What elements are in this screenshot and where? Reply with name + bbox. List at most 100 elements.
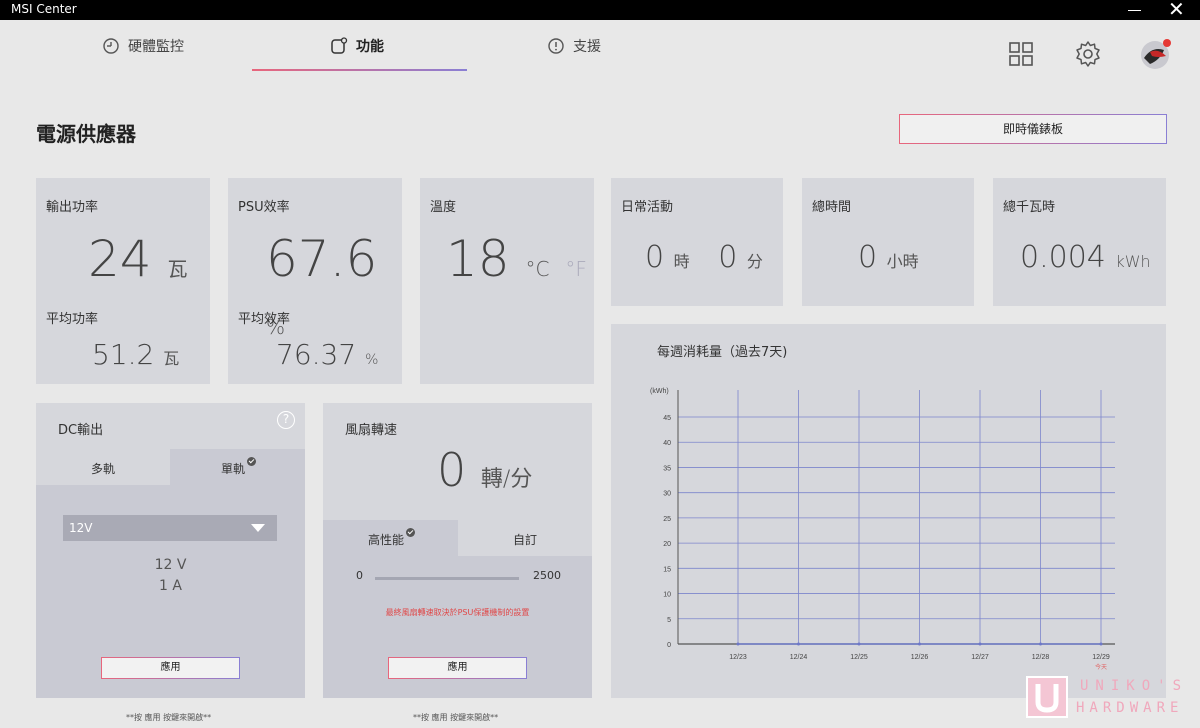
fan-apply-note: **按 應用 按鍵來開啟** [413, 713, 499, 722]
x-tick-label: 12/29 [1092, 654, 1110, 661]
data-point [1099, 642, 1103, 646]
gauge-icon [103, 38, 119, 54]
y-tick-label: 15 [663, 566, 671, 573]
data-point [1039, 642, 1042, 646]
x-tick-label: 12/28 [1032, 654, 1050, 661]
rail-voltage: 12 V [154, 557, 187, 573]
fan-apply-button[interactable]: 應用 [388, 657, 527, 679]
selected-check-icon [406, 528, 415, 537]
output-power-value: 24 瓦 [88, 230, 188, 288]
y-tick-label: 35 [663, 465, 671, 472]
avg-efficiency-label: 平均效率 [238, 312, 291, 327]
fan-speed-card: 風扇轉速 0 轉/分 高性能 自訂 0 2500 最終風扇轉速取決於PSU保護機… [323, 403, 592, 698]
y-axis-unit-label: (kWh) [650, 388, 669, 395]
tab-single-rail[interactable]: 單軌 [170, 457, 305, 477]
tab-hardware-monitor[interactable]: 硬體監控 [102, 36, 184, 72]
dc-apply-note: **按 應用 按鍵來開啟** [126, 713, 212, 722]
y-tick-label: 40 [663, 440, 671, 447]
x-tick-label: 12/25 [850, 654, 868, 661]
tab-custom[interactable]: 自訂 [458, 531, 592, 548]
total-kwh-value: 0.004 kWh [1020, 240, 1151, 275]
data-point [978, 642, 982, 646]
weekly-consumption-chart: (kWh) 0 5 10 15 20 25 30 35 40 45 12/23 12/24 12/25 12… [650, 388, 1115, 671]
watermark-logo-icon [1026, 676, 1068, 718]
tab-label: 支援 [573, 39, 601, 55]
fahrenheit-toggle[interactable]: °F [565, 257, 587, 281]
title-bar: MSI Center ✕ [0, 0, 1200, 20]
x-tick-label: 12/23 [729, 654, 747, 661]
tab-high-performance[interactable]: 高性能 [323, 528, 458, 548]
daily-activity-label: 日常活動 [621, 200, 674, 215]
x-tick-label: 12/27 [971, 654, 989, 661]
help-icon[interactable]: ? [277, 411, 295, 429]
rail-select[interactable]: 12V [63, 515, 277, 541]
support-icon [548, 38, 564, 54]
total-time-card: 總時間 0 小時 [802, 178, 974, 306]
total-kwh-card: 總千瓦時 0.004 kWh [993, 178, 1166, 306]
features-icon [331, 37, 348, 54]
avg-efficiency-unit: % [365, 352, 379, 368]
weekly-consumption-card: 每週消耗量（過去7天) (kWh) 0 5 10 15 20 25 30 35 40 45 12/23… [611, 324, 1166, 698]
apps-grid-icon[interactable] [1008, 40, 1036, 68]
output-power-card: 輸出功率 24 瓦 平均功率 51.2 瓦 [36, 178, 210, 384]
avg-power-unit: 瓦 [163, 349, 180, 368]
x-tick-label: 12/24 [790, 654, 808, 661]
y-tick-label: 20 [663, 541, 671, 548]
slider-min-label: 0 [356, 569, 363, 582]
psu-efficiency-card: PSU效率 67.6 % 平均效率 76.37 % [228, 178, 402, 384]
dc-output-card: DC輸出 ? 多軌 單軌 12V 12 V 1 A 應用 [36, 403, 305, 698]
data-point [797, 642, 800, 646]
dc-output-label: DC輸出 [58, 423, 104, 438]
minimize-icon[interactable] [1128, 10, 1141, 11]
x-tick-label: 12/26 [911, 654, 929, 661]
y-tick-label: 0 [667, 642, 671, 649]
fan-warning-text: 最終風扇轉速取決於PSU保護機制的設置 [385, 608, 530, 617]
fan-speed-slider[interactable] [375, 577, 519, 580]
rail-current: 1 A [159, 578, 182, 594]
psu-efficiency-value: 67.6 % [266, 230, 378, 339]
tab-multi-rail[interactable]: 多軌 [36, 460, 170, 477]
settings-gear-icon[interactable] [1074, 40, 1102, 68]
data-point [857, 642, 861, 646]
tab-support[interactable]: 支援 [547, 36, 601, 72]
page-title: 電源供應器 [36, 122, 136, 146]
data-point [736, 642, 740, 646]
output-power-unit: 瓦 [167, 257, 188, 281]
active-tab-indicator [252, 69, 467, 71]
fan-speed-value: 0 轉/分 [437, 443, 533, 497]
avg-power-label: 平均功率 [46, 312, 99, 327]
daily-activity-value: 0 時 0 分 [645, 240, 763, 275]
watermark: UNIKO'S HARDWARE [1026, 676, 1181, 722]
tab-label: 硬體監控 [128, 39, 184, 55]
output-power-label: 輸出功率 [46, 200, 99, 215]
y-tick-label: 25 [663, 516, 671, 523]
tab-label: 功能 [356, 39, 384, 55]
dropdown-arrow-icon [251, 524, 265, 532]
total-kwh-label: 總千瓦時 [1003, 200, 1056, 215]
celsius-toggle[interactable]: °C [526, 257, 550, 281]
selected-check-icon [247, 457, 256, 466]
y-tick-label: 5 [667, 617, 671, 624]
psu-efficiency-label: PSU效率 [238, 200, 290, 215]
today-label: 今天 [1095, 663, 1107, 671]
watermark-text-top: UNIKO'S [1080, 678, 1189, 694]
user-avatar-icon[interactable] [1140, 38, 1172, 70]
avg-efficiency-value: 76.37 % [276, 338, 379, 371]
y-tick-label: 45 [663, 415, 671, 422]
dc-apply-button[interactable]: 應用 [101, 657, 240, 679]
temperature-value: 18 °C °F [446, 230, 587, 288]
close-icon[interactable]: ✕ [1168, 0, 1185, 20]
realtime-dashboard-button[interactable]: 即時儀錶板 [899, 114, 1167, 144]
total-time-value: 0 小時 [858, 240, 919, 275]
temperature-label: 溫度 [430, 200, 457, 215]
y-tick-label: 30 [663, 491, 671, 498]
avg-power-value: 51.2 瓦 [92, 338, 180, 371]
y-tick-label: 10 [663, 592, 671, 599]
daily-activity-card: 日常活動 0 時 0 分 [611, 178, 783, 306]
data-point [918, 642, 921, 646]
slider-max-label: 2500 [533, 569, 561, 582]
total-time-label: 總時間 [812, 200, 852, 215]
watermark-text-bottom: HARDWARE [1076, 700, 1184, 716]
tab-features[interactable]: 功能 [330, 36, 384, 72]
temperature-card: 溫度 18 °C °F [420, 178, 594, 384]
